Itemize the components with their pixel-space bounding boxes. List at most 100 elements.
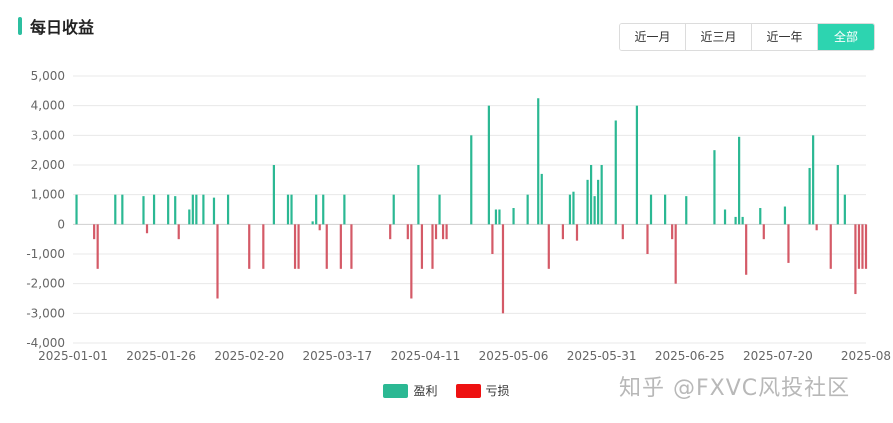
- loss-bar: [406, 224, 409, 240]
- loss-bar: [445, 224, 448, 240]
- loss-bar: [96, 224, 99, 269]
- x-tick-label: 2025-05-06: [479, 349, 549, 363]
- y-tick-label: -2,000: [26, 277, 65, 291]
- loss-bar: [575, 224, 579, 241]
- profit-bar: [738, 136, 741, 225]
- loss-bar: [325, 224, 328, 269]
- profit-bar: [498, 209, 501, 225]
- loss-bar: [829, 224, 832, 269]
- y-tick-label: -4,000: [26, 336, 65, 350]
- profit-bar: [836, 165, 839, 225]
- loss-bar: [389, 224, 392, 240]
- legend-label-loss: 亏损: [485, 384, 510, 398]
- profit-bar: [438, 194, 441, 225]
- profit-bar: [311, 221, 314, 225]
- loss-bar: [762, 224, 765, 240]
- loss-bar: [431, 224, 434, 269]
- loss-bar: [318, 224, 321, 231]
- loss-bar: [561, 224, 564, 240]
- legend-label-profit: 盈利: [413, 384, 438, 398]
- profit-bar: [315, 194, 318, 225]
- loss-bar: [350, 224, 353, 269]
- loss-bar: [674, 224, 677, 284]
- legend-item-loss[interactable]: 亏损: [455, 382, 510, 399]
- loss-bar: [491, 224, 494, 254]
- profit-bar: [526, 194, 529, 225]
- loss-bar: [297, 224, 300, 269]
- loss-bar: [216, 224, 219, 299]
- profit-bar: [685, 196, 688, 225]
- profit-bar: [572, 191, 575, 225]
- loss-bar: [501, 224, 505, 314]
- legend-item-profit[interactable]: 盈利: [383, 382, 438, 399]
- y-tick-label: 3,000: [31, 128, 65, 142]
- profit-bar: [723, 209, 727, 225]
- loss-bar: [815, 224, 818, 231]
- profit-bar: [392, 194, 395, 225]
- profit-bar: [114, 194, 117, 225]
- loss-bar: [177, 224, 180, 240]
- loss-bar: [547, 224, 550, 269]
- loss-bar: [745, 224, 748, 275]
- loss-bar: [854, 224, 857, 295]
- loss-bar: [857, 224, 861, 269]
- x-tick-label: 2025-06-25: [655, 349, 725, 363]
- profit-bar: [586, 179, 589, 225]
- loss-bar: [434, 224, 438, 240]
- loss-bar: [420, 224, 424, 269]
- y-tick-label: 2,000: [31, 158, 65, 172]
- profit-bar: [589, 165, 593, 225]
- profit-bar: [593, 196, 596, 225]
- y-tick-label: 0: [57, 217, 65, 231]
- profit-bar: [713, 150, 716, 225]
- x-tick-label: 2025-03-17: [302, 349, 372, 363]
- profit-bar: [174, 196, 177, 225]
- profit-bar: [540, 173, 543, 225]
- profit-bar: [195, 194, 198, 225]
- profit-bar: [783, 206, 787, 225]
- profit-bar: [290, 194, 293, 225]
- profit-bar: [843, 194, 846, 225]
- profit-bar: [286, 194, 290, 225]
- x-tick-label: 2025-01-26: [126, 349, 196, 363]
- profit-bar: [635, 105, 639, 225]
- legend-swatch-profit: [383, 383, 409, 398]
- profit-bar: [600, 165, 603, 225]
- profit-bar: [494, 209, 498, 225]
- bars: [75, 98, 868, 314]
- profit-bar: [167, 194, 170, 225]
- profit-bar: [664, 194, 667, 225]
- y-tick-label: 5,000: [31, 69, 65, 83]
- loss-bar: [441, 224, 445, 240]
- profit-bar: [188, 209, 191, 225]
- profit-bar: [226, 194, 230, 225]
- profit-bar: [812, 135, 815, 225]
- x-tick-label: 2025-05-31: [567, 349, 637, 363]
- y-tick-label: -3,000: [26, 306, 65, 320]
- loss-bar: [145, 224, 149, 234]
- loss-bar: [787, 224, 790, 263]
- y-tick-label: 1,000: [31, 188, 65, 202]
- loss-bar: [93, 224, 96, 240]
- profit-bar: [649, 194, 653, 225]
- loss-bar: [339, 224, 342, 269]
- profit-bar: [597, 179, 600, 225]
- profit-bar: [470, 135, 473, 225]
- loss-bar: [861, 224, 864, 269]
- profit-bar: [152, 194, 156, 225]
- profit-bar: [512, 208, 515, 225]
- watermark: 知乎 @FXVC风投社区: [619, 376, 851, 401]
- x-tick-label: 2025-02-20: [214, 349, 284, 363]
- loss-bar: [864, 224, 868, 269]
- profit-bar: [614, 120, 617, 225]
- profit-bar: [121, 194, 124, 225]
- profit-bar: [741, 216, 744, 225]
- profit-bar: [568, 194, 572, 225]
- y-tick-label: 4,000: [31, 99, 65, 113]
- x-tick-label: 2025-08: [841, 349, 891, 363]
- profit-bar: [487, 105, 490, 225]
- x-tick-label: 2025-04-11: [391, 349, 461, 363]
- loss-bar: [410, 224, 413, 299]
- profit-bar: [808, 167, 811, 225]
- x-tick-label: 2025-07-20: [743, 349, 813, 363]
